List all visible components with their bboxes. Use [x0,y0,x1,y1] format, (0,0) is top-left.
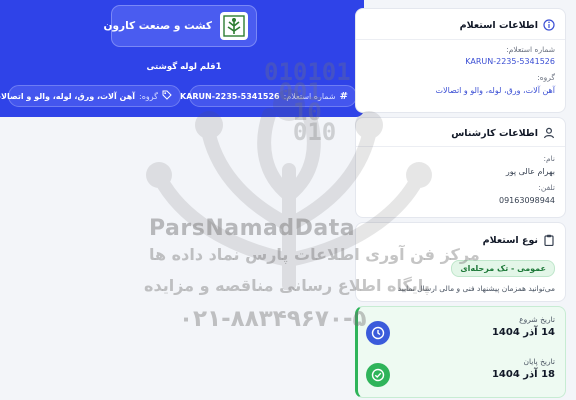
watermark-phone: ۰۲۱-۸۸۳۴۹۶۷۰-۵ [180,306,368,332]
start-date-label: تاریخ شروع [520,315,556,324]
watermark-binary: 010101 001 10 010 [265,58,352,146]
company-name: کشت و صنعت کارون [104,20,213,32]
check-circle-icon [367,363,391,387]
ref-value[interactable]: KARUN-2235-5341526 [466,57,556,66]
expert-name-label: نام: [544,154,556,163]
start-date-text: تاریخ شروع 14 آذر 1404 [375,315,556,338]
expert-info-card: اطلاعات کارشناس نام: بهرام عالی پور تلفن… [356,117,567,218]
inquiry-type-title: نوع استعلام [484,234,556,246]
user-icon [544,127,556,139]
watermark-line-1: مرکز فن آوری اطلاعات پارس نماد داده ها [150,245,481,264]
start-date-value: 14 آذر 1404 [492,327,556,338]
end-date-text: تاریخ پایان 18 آذر 1404 [375,357,556,380]
watermark-brand: ParsNamadData [150,216,357,241]
inquiry-type-title-text: نوع استعلام [483,234,539,246]
dates-card: تاریخ شروع 14 آذر 1404 تاریخ پایان 18 آذ… [356,306,567,398]
expert-info-title: اطلاعات کارشناس [452,127,556,139]
clipboard-icon [544,234,556,246]
group-label: گروه: [538,73,556,82]
clock-icon [367,321,391,345]
inquiry-info-title-text: اطلاعات استعلام [460,19,539,31]
inquiry-subject: 1قلم لوله گوشتی [147,62,223,72]
end-date-label: تاریخ پایان [524,357,556,366]
end-date-value: 18 آذر 1404 [492,369,556,380]
expert-phone-value[interactable]: 09163098944 [500,196,556,205]
end-date-row: تاریخ پایان 18 آذر 1404 [367,357,556,397]
group-chip: گروه: آهن آلات، ورق، لوله، والو و اتصالا… [0,85,182,107]
tag-icon [163,90,173,102]
divider [357,39,566,40]
group-label: گروه: [140,91,159,101]
watermark-line-2: پایگاه اطلاع رسانی مناقصه و مزایده [145,276,431,295]
inquiry-info-title: اطلاعات استعلام [461,19,556,31]
ref-label: شماره استعلام: [507,45,556,54]
expert-name-value: بهرام عالی پور [506,167,556,176]
divider [357,146,566,147]
group-value[interactable]: آهن آلات، ورق، لوله، والو و اتصالات [436,86,556,95]
inquiry-info-card: اطلاعات استعلام شماره استعلام: KARUN-223… [356,8,567,113]
start-date-row: تاریخ شروع 14 آذر 1404 [367,315,556,355]
expert-info-title-text: اطلاعات کارشناس [452,127,539,139]
group-value: آهن آلات، ورق، لوله، والو و اتصالات [0,91,137,101]
info-icon [544,19,556,31]
expert-phone-label: تلفن: [539,183,556,192]
company-logo [221,12,249,40]
company-card[interactable]: کشت و صنعت کارون [105,5,258,47]
